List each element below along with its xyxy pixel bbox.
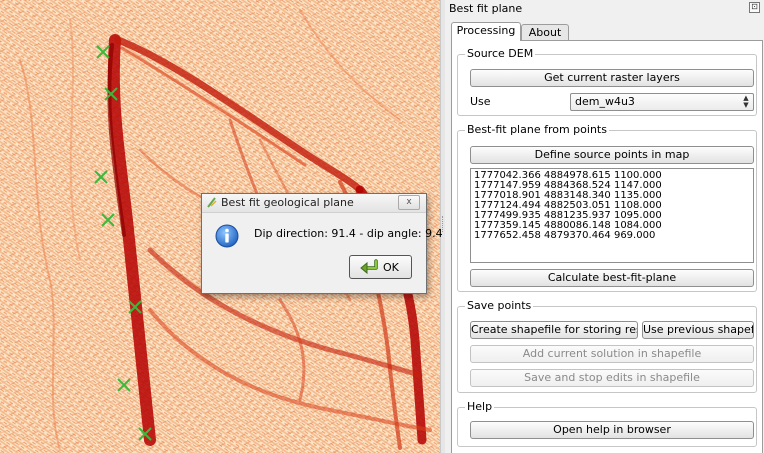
- dialog-titlebar[interactable]: Best fit geological plane x: [202, 194, 426, 213]
- help-group: Help Open help in browser: [457, 400, 757, 447]
- info-icon: [215, 224, 239, 248]
- updown-arrows-icon: ▲ ▼: [743, 94, 749, 109]
- save-points-title: Save points: [465, 299, 534, 312]
- panel-float-icon[interactable]: ⊡: [749, 2, 760, 13]
- help-title: Help: [465, 400, 495, 413]
- source-dem-title: Source DEM: [465, 47, 536, 60]
- tab-processing[interactable]: Processing: [451, 22, 521, 41]
- result-dialog: Best fit geological plane x Dip directio…: [201, 193, 443, 294]
- calculate-best-fit-plane-button[interactable]: Calculate best-fit-plane: [470, 269, 754, 287]
- coordinates-textarea[interactable]: 1777042.366 4884978.615 1100.000 1777147.…: [470, 168, 754, 263]
- ok-button[interactable]: OK: [349, 255, 412, 279]
- points-group: Best-fit plane from points Define source…: [457, 123, 757, 292]
- enter-arrow-icon: [360, 259, 378, 275]
- use-previous-shapefile-button[interactable]: Use previous shapefile: [642, 321, 754, 339]
- open-help-button[interactable]: Open help in browser: [470, 421, 754, 439]
- qgis-app-icon: [207, 197, 217, 208]
- add-solution-button[interactable]: Add current solution in shapefile: [470, 345, 754, 363]
- tab-about[interactable]: About: [521, 24, 569, 41]
- dialog-title: Best fit geological plane: [221, 196, 354, 209]
- dem-layer-select[interactable]: dem_w4u3 ▲ ▼: [570, 93, 754, 111]
- coordinate-line: 1777652.458 4879370.464 969.000: [474, 230, 656, 241]
- points-group-title: Best-fit plane from points: [465, 123, 609, 136]
- panel-title: Best fit plane: [449, 2, 523, 15]
- dialog-close-button[interactable]: x: [398, 195, 420, 210]
- source-dem-group: Source DEM Get current raster layers Use…: [457, 47, 757, 116]
- define-source-points-button[interactable]: Define source points in map: [470, 146, 754, 164]
- save-stop-edits-button[interactable]: Save and stop edits in shapefile: [470, 369, 754, 387]
- use-label: Use: [470, 95, 491, 108]
- dialog-message: Dip direction: 91.4 - dip angle: 9.4: [254, 227, 443, 240]
- get-raster-layers-button[interactable]: Get current raster layers: [470, 69, 754, 87]
- ok-label: OK: [383, 261, 399, 274]
- create-shapefile-button[interactable]: Create shapefile for storing results: [470, 321, 638, 339]
- best-fit-plane-panel: Best fit plane ⊡ Processing About Source…: [445, 0, 764, 453]
- processing-tab-body: Source DEM Get current raster layers Use…: [451, 40, 763, 453]
- dem-layer-value: dem_w4u3: [575, 95, 635, 108]
- save-points-group: Save points Create shapefile for storing…: [457, 299, 757, 393]
